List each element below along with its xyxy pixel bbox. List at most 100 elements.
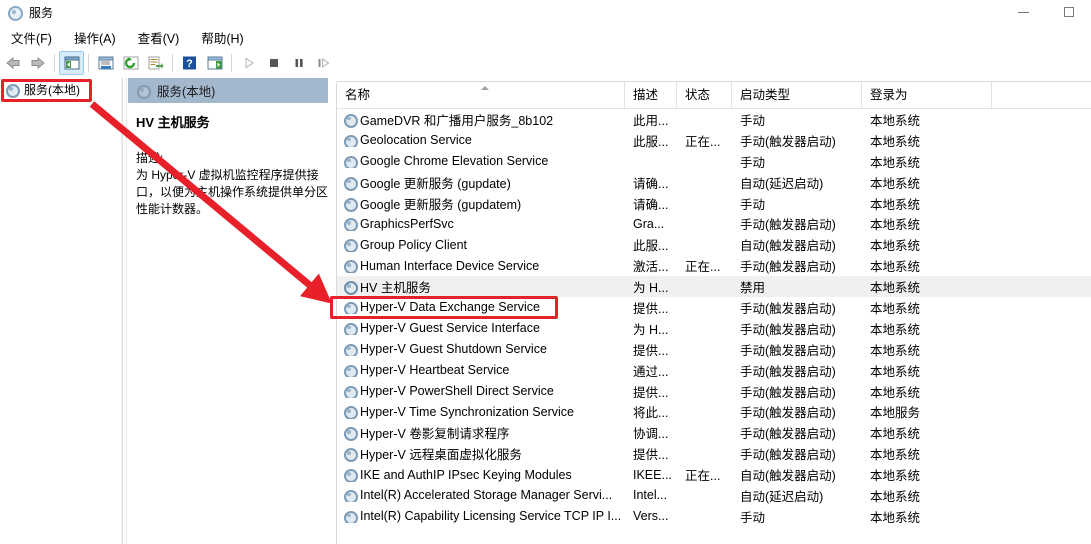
cell-log-on-as: 本地系统 — [870, 448, 921, 463]
services-gear-icon — [343, 113, 358, 128]
show-hide-console-tree-icon — [64, 56, 79, 70]
console-tree-pane: 服务(本地) — [0, 78, 122, 544]
cell-log-on-as: 本地系统 — [870, 218, 921, 233]
menu-action[interactable]: 操作(A) — [63, 26, 127, 49]
description-label: 描述: — [136, 151, 164, 165]
cell-startup-type: 自动(延迟启动) — [740, 176, 824, 191]
service-name-label: GraphicsPerfSvc — [360, 216, 454, 231]
table-row[interactable]: Human Interface Device Service 激活... 正在...… — [337, 255, 1091, 276]
cell-service-name: Hyper-V 远程桌面虚拟化服务 — [337, 444, 625, 463]
pause-service-button[interactable] — [286, 51, 311, 75]
table-row[interactable]: Geolocation Service 此服... 正在... 手动(触发器启动) 本地… — [337, 130, 1091, 151]
service-name-label: Hyper-V Heartbeat Service — [360, 363, 510, 378]
cell-startup-type: 手动(触发器启动) — [740, 134, 836, 149]
cell-description: 协调... — [633, 427, 669, 442]
cell-startup-type: 手动(触发器启动) — [740, 448, 836, 463]
menu-file[interactable]: 文件(F) — [0, 26, 63, 49]
cell-description: Gra... — [633, 216, 665, 231]
service-name-label: Google Chrome Elevation Service — [360, 154, 549, 169]
service-detail-title: HV 主机服务 — [136, 115, 210, 130]
cell-status: 正在... — [685, 134, 721, 149]
table-row[interactable]: HV 主机服务 为 H... 禁用 本地系统 — [337, 276, 1091, 298]
maximize-button[interactable] — [1046, 0, 1091, 24]
table-row[interactable]: GameDVR 和广播用户服务_8b102 此用... 手动 本地系统 — [337, 109, 1091, 130]
cell-service-name: Google 更新服务 (gupdatem) — [337, 194, 625, 213]
sort-ascending-icon — [480, 85, 489, 90]
column-status[interactable]: 状态 — [677, 82, 732, 109]
forward-button[interactable] — [25, 51, 50, 75]
service-name-label: HV 主机服务 — [360, 281, 431, 296]
services-gear-icon — [343, 489, 358, 503]
table-row[interactable]: Hyper-V 卷影复制请求程序 协调... 手动(触发器启动) 本地系统 — [337, 422, 1091, 443]
minimize-button[interactable] — [1001, 0, 1046, 24]
services-gear-icon — [343, 280, 358, 296]
services-gear-icon — [343, 385, 358, 399]
cell-startup-type: 手动(触发器启动) — [740, 218, 836, 233]
export-list-button[interactable] — [143, 51, 168, 75]
service-name-label: Hyper-V Guest Service Interface — [360, 321, 540, 336]
back-button[interactable] — [0, 51, 25, 75]
table-row[interactable]: Hyper-V Time Synchronization Service 将此..… — [337, 401, 1091, 422]
table-row[interactable]: Google 更新服务 (gupdate) 请确... 自动(延迟启动) 本地系统 — [337, 172, 1091, 193]
cell-startup-type: 手动(触发器启动) — [740, 406, 836, 421]
table-row[interactable]: Hyper-V PowerShell Direct Service 提供... 手动… — [337, 381, 1091, 402]
table-row[interactable]: Hyper-V Data Exchange Service 提供... 手动(触发器… — [337, 297, 1091, 318]
cell-startup-type: 手动 — [740, 510, 766, 525]
toolbar-separator — [172, 54, 173, 72]
results-pane: 服务(本地) HV 主机服务 描述: 为 Hyper-V 虚拟机监控程序提供接口… — [128, 78, 1091, 544]
cell-startup-type: 手动(触发器启动) — [740, 343, 836, 358]
start-service-button[interactable] — [236, 51, 261, 75]
table-row[interactable]: Group Policy Client 此服... 自动(触发器启动) 本地系统 — [337, 234, 1091, 255]
cell-startup-type: 手动(触发器启动) — [740, 364, 836, 379]
cell-description: 将此... — [633, 406, 669, 421]
refresh-button[interactable] — [118, 51, 143, 75]
stop-service-button[interactable] — [261, 51, 286, 75]
list-header-row: 名称 描述 状态 启动类型 登录为 — [337, 82, 1091, 109]
show-action-pane-button[interactable] — [202, 51, 227, 75]
help-button[interactable]: ? — [177, 51, 202, 75]
table-row[interactable]: GraphicsPerfSvc Gra... 手动(触发器启动) 本地系统 — [337, 213, 1091, 234]
start-service-icon — [244, 57, 254, 69]
toolbar: ? — [0, 50, 1091, 76]
cell-startup-type: 手动(触发器启动) — [740, 427, 836, 442]
cell-log-on-as: 本地系统 — [870, 281, 921, 296]
show-hide-console-tree-button[interactable] — [59, 51, 84, 75]
column-description[interactable]: 描述 — [625, 82, 677, 109]
cell-service-name: Google Chrome Elevation Service — [337, 154, 625, 169]
services-list-view: 名称 描述 状态 启动类型 登录为 GameDVR 和广播用户服务_8b102 此用...… — [336, 81, 1091, 544]
cell-startup-type: 手动 — [740, 155, 766, 170]
list-rows-container: GameDVR 和广播用户服务_8b102 此用... 手动 本地系统 Geolocat… — [337, 109, 1091, 544]
column-log-on-as[interactable]: 登录为 — [862, 82, 992, 109]
table-row[interactable]: Hyper-V Guest Shutdown Service 提供... 手动(触发… — [337, 339, 1091, 360]
table-row[interactable]: Intel(R) Accelerated Storage Manager Ser… — [337, 485, 1091, 506]
menu-view[interactable]: 查看(V) — [127, 26, 191, 49]
title-bar: 服务 — [0, 0, 1091, 24]
table-row[interactable]: Intel(R) Capability Licensing Service TC… — [337, 506, 1091, 527]
show-action-pane-icon — [207, 56, 222, 70]
services-gear-icon — [343, 468, 358, 482]
table-row[interactable]: IKE and AuthIP IPsec Keying Modules IKEE.… — [337, 464, 1091, 485]
cell-description: 请确... — [633, 176, 669, 191]
table-row[interactable]: Hyper-V 远程桌面虚拟化服务 提供... 手动(触发器启动) 本地系统 — [337, 443, 1091, 464]
column-name[interactable]: 名称 — [337, 82, 625, 109]
tree-item-services-local[interactable]: 服务(本地) — [0, 80, 121, 99]
table-row[interactable]: Google Chrome Elevation Service 手动 本地系统 — [337, 151, 1091, 172]
pane-splitter[interactable] — [122, 78, 127, 544]
restart-service-button[interactable] — [311, 51, 336, 75]
column-startup-type[interactable]: 启动类型 — [732, 82, 862, 109]
menu-help[interactable]: 帮助(H) — [190, 26, 254, 49]
service-name-label: IKE and AuthIP IPsec Keying Modules — [360, 467, 572, 482]
table-row[interactable]: Hyper-V Guest Service Interface 为 H... 手动(… — [337, 318, 1091, 339]
menu-bar: 文件(F) 操作(A) 查看(V) 帮助(H) — [0, 26, 1091, 48]
cell-service-name: HV 主机服务 — [337, 277, 625, 296]
pane-header: 服务(本地) — [128, 78, 328, 103]
services-gear-icon — [343, 343, 358, 357]
properties-button[interactable] — [93, 51, 118, 75]
cell-description: 此服... — [633, 134, 669, 149]
cell-description: Vers... — [633, 509, 669, 524]
cell-service-name: GameDVR 和广播用户服务_8b102 — [337, 110, 625, 129]
table-row[interactable]: Google 更新服务 (gupdatem) 请确... 手动 本地系统 — [337, 193, 1091, 214]
table-row[interactable]: Hyper-V Heartbeat Service 通过... 手动(触发器启动) 本… — [337, 360, 1091, 381]
services-window: 服务 文件(F) 操作(A) 查看(V) 帮助(H) ? 服务(本地) 服务(本… — [0, 0, 1091, 544]
cell-startup-type: 手动 — [740, 113, 766, 128]
